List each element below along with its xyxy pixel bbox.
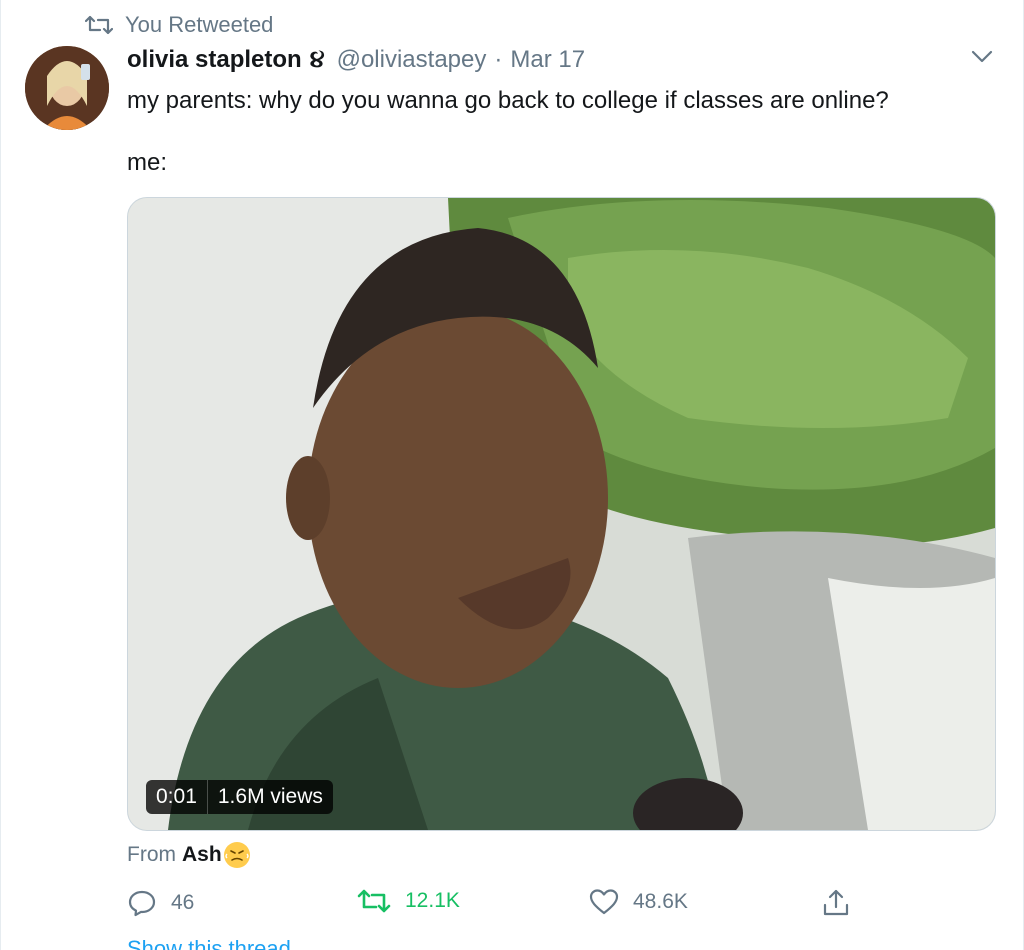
angry-face-icon: [223, 842, 250, 868]
more-options-button[interactable]: [971, 50, 993, 69]
video-player[interactable]: 0:01 1.6M views: [127, 197, 996, 831]
header-separator: ·: [494, 46, 503, 73]
video-source: From Ash: [127, 842, 250, 868]
author-name[interactable]: olivia stapleton: [127, 46, 302, 74]
tweet-actions: 46 12.1K 48.6K: [127, 888, 867, 922]
tweet-date[interactable]: Mar 17: [510, 46, 585, 74]
reply-count: 46: [171, 891, 195, 914]
video-source-prefix: From: [127, 843, 176, 866]
heart-icon: [589, 889, 619, 915]
like-count: 48.6K: [633, 890, 688, 913]
tweet-text-line: me:: [127, 149, 168, 176]
avatar[interactable]: [25, 46, 109, 130]
video-badges: 0:01 1.6M views: [146, 780, 333, 814]
like-button[interactable]: 48.6K: [589, 888, 688, 916]
reply-icon: [128, 890, 156, 917]
retweet-button[interactable]: 12.1K: [357, 888, 460, 914]
chevron-down-icon: [971, 50, 993, 63]
video-timestamp: 0:01: [146, 780, 208, 814]
retweet-count: 12.1K: [405, 889, 460, 912]
retweet-context: You Retweeted: [85, 12, 273, 38]
video-frame: [128, 198, 995, 830]
tweet-text: my parents: why do you wanna go back to …: [127, 84, 889, 208]
show-thread-link[interactable]: Show this thread: [127, 936, 291, 950]
author-name-emoji: ૪: [309, 46, 325, 73]
reply-button[interactable]: 46: [127, 888, 194, 918]
share-button[interactable]: [821, 888, 851, 918]
video-views: 1.6M views: [207, 780, 333, 814]
retweet-icon: [357, 889, 391, 913]
author-handle[interactable]: @oliviastapey: [337, 46, 487, 74]
retweet-icon: [85, 15, 113, 35]
tweet-card[interactable]: You Retweeted olivia stapleton ૪ @olivia…: [0, 0, 1024, 950]
tweet-text-line: my parents: why do you wanna go back to …: [127, 87, 889, 114]
retweet-label: You Retweeted: [125, 12, 274, 37]
tweet-header: olivia stapleton ૪ @oliviastapey · Mar 1…: [127, 46, 585, 74]
share-icon: [823, 889, 849, 916]
video-source-name[interactable]: Ash: [182, 843, 222, 867]
